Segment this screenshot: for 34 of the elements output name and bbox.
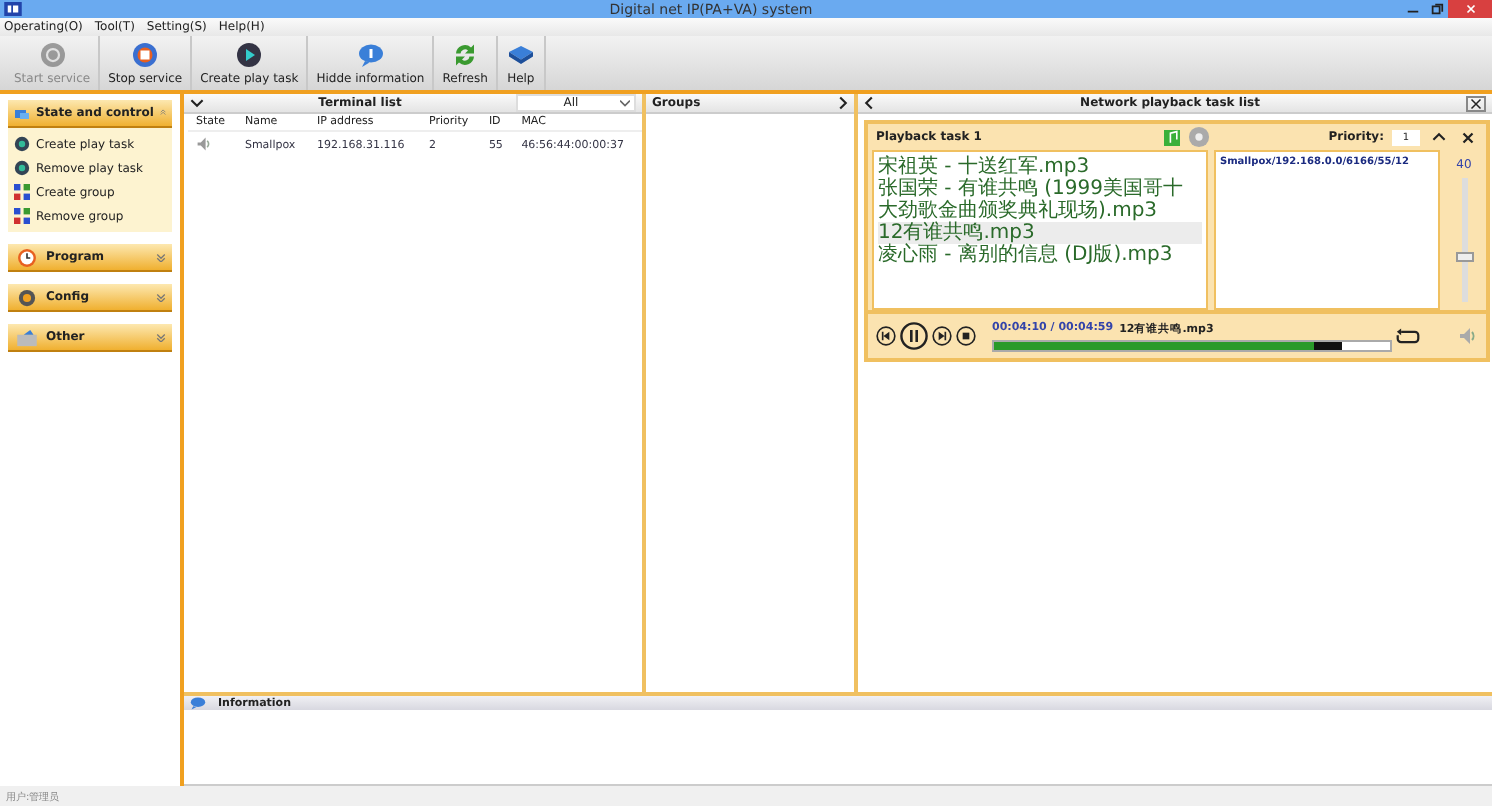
file-item[interactable]: 宋祖英 - 十送红军.mp3 [878, 156, 1202, 178]
close-icon[interactable] [1463, 2, 1477, 16]
clock-icon[interactable] [14, 247, 40, 267]
info-icon[interactable] [355, 40, 386, 70]
gear-icon[interactable] [14, 287, 40, 307]
pause-button[interactable] [900, 322, 928, 350]
caret-icon[interactable] [620, 99, 630, 107]
close-button[interactable] [1458, 131, 1478, 143]
stop-button[interactable] [956, 326, 976, 346]
collapse-toggle[interactable] [864, 96, 874, 110]
file-item[interactable]: 张国荣 - 有谁共鸣 (1999美国哥十大劲歌金曲颁奖典礼现场).mp3 [878, 178, 1202, 222]
blocks-icon[interactable] [14, 184, 30, 200]
expand-chevron-icon[interactable] [156, 292, 166, 302]
app-logo-icon [4, 2, 22, 16]
disc-icon[interactable] [14, 160, 30, 176]
file-item[interactable]: 凌心雨 - 离别的信息 (DJ版).mp3 [878, 244, 1202, 266]
next-button[interactable] [932, 326, 952, 346]
speech-bubble-icon [190, 696, 206, 710]
collapse-button[interactable] [1428, 132, 1450, 142]
expand-chevron-icon[interactable] [156, 252, 166, 262]
restore-icon[interactable] [1429, 2, 1443, 16]
close-button[interactable] [1466, 95, 1486, 111]
play-icon[interactable] [234, 40, 265, 70]
file-item[interactable]: 12有谁共鸣.mp3 [878, 222, 1202, 244]
speaker-icon [196, 136, 212, 152]
previous-button[interactable] [876, 326, 896, 346]
blocks-icon[interactable] [14, 208, 30, 224]
music-file-button[interactable] [1164, 129, 1180, 145]
expand-chevron-icon[interactable] [156, 332, 166, 342]
disc-icon[interactable] [14, 136, 30, 152]
stop-icon[interactable] [130, 40, 161, 70]
expand-toggle[interactable] [838, 96, 848, 110]
repeat-button[interactable] [1396, 327, 1420, 345]
collapse-toggle[interactable] [190, 98, 204, 108]
